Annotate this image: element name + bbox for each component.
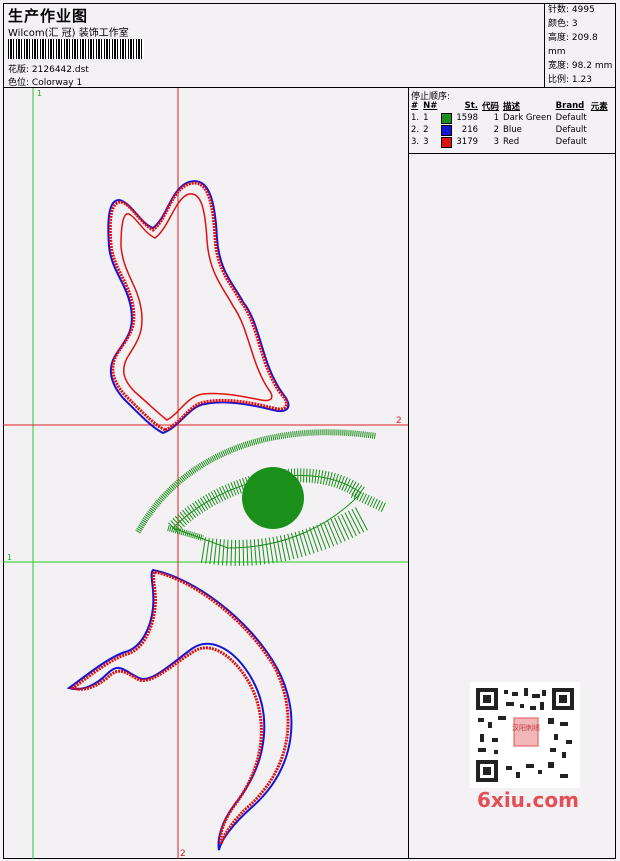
stat-width: 宽度: 98.2 mm	[548, 61, 613, 71]
color-swatch	[441, 136, 453, 148]
col-stitches: St.	[464, 101, 479, 111]
qr-code: 汉阳刺绣	[470, 682, 580, 788]
stat-stitches: 针数: 4995	[548, 5, 595, 15]
col-color	[439, 100, 454, 112]
panel-divider	[409, 153, 616, 154]
marker-1-left: 1	[7, 553, 12, 562]
col-element: 元素	[590, 102, 608, 112]
stat-colors: 颜色: 3	[548, 19, 578, 29]
col-brand: Brand	[555, 101, 585, 111]
watermark-text: 6xiu.com	[477, 788, 579, 812]
col-n: N#	[423, 101, 438, 111]
color-swatch	[441, 124, 453, 136]
table-row[interactable]: 3. 3 3179 3 Red Default	[409, 136, 610, 148]
colorway-value: Colorway 1	[31, 78, 83, 88]
lower-crescent-shape	[66, 568, 293, 851]
design-label: 花版:	[8, 65, 30, 75]
design-row: 花版: 2126442.dst	[8, 62, 89, 75]
marker-1-top: 1	[37, 89, 42, 98]
col-desc: 描述	[503, 102, 521, 112]
table-row[interactable]: 2. 2 216 2 Blue Default	[409, 124, 610, 136]
stop-sequence-table: # N# St. 代码 描述 Brand 元素 1. 1 1598 1 Dark…	[409, 100, 610, 148]
barcode	[8, 39, 144, 59]
colorway-row: 色位: Colorway 1	[8, 75, 82, 88]
design-canvas[interactable]: 1 2 1 2	[3, 88, 409, 859]
col-code: 代码	[482, 102, 500, 112]
company-name: Wilcom(汇 冠) 装饰工作室	[8, 28, 129, 39]
stat-height: 高度: 209.8 mm	[548, 33, 598, 57]
eye-shape	[167, 467, 388, 566]
col-hash: #	[411, 101, 419, 111]
colorway-label: 色位:	[8, 78, 30, 88]
color-swatch	[441, 112, 453, 124]
qr-center-label: 汉阳刺绣	[512, 723, 540, 732]
page-title: 生产作业图	[8, 7, 89, 25]
embroidery-design: 1 2 1 2	[3, 88, 408, 859]
upper-blob-shape	[107, 180, 290, 435]
stat-scale: 比例: 1.23	[548, 75, 592, 85]
table-row[interactable]: 1. 1 1598 1 Dark Green Default	[409, 112, 610, 124]
marker-2-right: 2	[396, 416, 402, 426]
stats-box: 针数: 4995 颜色: 3 高度: 209.8 mm 宽度: 98.2 mm …	[544, 3, 616, 87]
marker-2-bottom: 2	[180, 849, 186, 859]
header: 生产作业图 Wilcom(汇 冠) 装饰工作室 花版: 2126442.dst …	[3, 3, 616, 88]
table-header-row: # N# St. 代码 描述 Brand 元素	[409, 100, 610, 112]
design-filename: 2126442.dst	[31, 65, 89, 75]
